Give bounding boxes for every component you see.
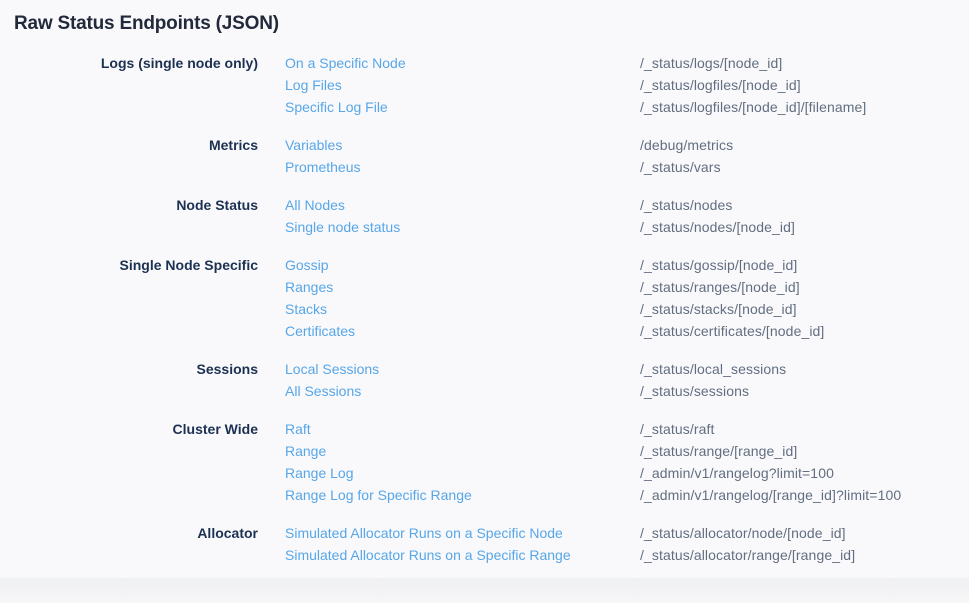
endpoint-path: /_status/stacks/[node_id] [640,298,797,320]
endpoint-row: All Nodes /_status/nodes [258,194,795,216]
endpoint-path: /_status/allocator/range/[range_id] [640,544,855,566]
endpoint-path: /_status/logfiles/[node_id]/[filename] [640,96,866,118]
endpoint-path: /_status/logs/[node_id] [640,52,782,74]
endpoint-link[interactable]: Ranges [285,276,640,298]
endpoint-link[interactable]: Prometheus [285,156,640,178]
endpoint-path: /_status/range/[range_id] [640,440,797,462]
endpoint-row: Ranges /_status/ranges/[node_id] [258,276,824,298]
footer-bar [0,578,969,603]
endpoint-link[interactable]: Gossip [285,254,640,276]
endpoint-link[interactable]: On a Specific Node [285,52,640,74]
endpoint-row: All Sessions /_status/sessions [258,380,786,402]
endpoint-row: Variables /debug/metrics [258,134,733,156]
endpoint-link[interactable]: Simulated Allocator Runs on a Specific R… [285,544,640,566]
category-label: Single Node Specific [0,254,258,276]
endpoint-row: Log Files /_status/logfiles/[node_id] [258,74,866,96]
endpoint-path: /_admin/v1/rangelog/[range_id]?limit=100 [640,484,901,506]
endpoint-row: Single node status /_status/nodes/[node_… [258,216,795,238]
endpoint-row: On a Specific Node /_status/logs/[node_i… [258,52,866,74]
endpoint-link[interactable]: Local Sessions [285,358,640,380]
endpoint-path: /debug/metrics [640,134,733,156]
endpoint-rows: Local Sessions /_status/local_sessions A… [258,358,786,402]
endpoint-row: Range Log for Specific Range /_admin/v1/… [258,484,901,506]
endpoint-link[interactable]: Variables [285,134,640,156]
endpoint-row: Raft /_status/raft [258,418,901,440]
endpoint-section: Logs (single node only) On a Specific No… [0,52,969,118]
endpoint-link[interactable]: Range Log for Specific Range [285,484,640,506]
endpoint-row: Simulated Allocator Runs on a Specific R… [258,544,855,566]
endpoint-path: /_status/nodes/[node_id] [640,216,795,238]
endpoint-row: Specific Log File /_status/logfiles/[nod… [258,96,866,118]
endpoint-row: Range Log /_admin/v1/rangelog?limit=100 [258,462,901,484]
endpoint-link[interactable]: Range Log [285,462,640,484]
endpoint-section: Single Node Specific Gossip /_status/gos… [0,254,969,342]
endpoint-link[interactable]: Specific Log File [285,96,640,118]
endpoint-path: /_status/gossip/[node_id] [640,254,797,276]
endpoint-link[interactable]: All Nodes [285,194,640,216]
page-title: Raw Status Endpoints (JSON) [0,0,969,35]
endpoint-link[interactable]: Certificates [285,320,640,342]
endpoint-path: /_status/allocator/node/[node_id] [640,522,846,544]
endpoint-link[interactable]: Range [285,440,640,462]
endpoint-link[interactable]: Raft [285,418,640,440]
endpoint-section: Allocator Simulated Allocator Runs on a … [0,522,969,566]
category-label: Logs (single node only) [0,52,258,74]
endpoint-section: Cluster Wide Raft /_status/raft Range /_… [0,418,969,506]
category-label: Sessions [0,358,258,380]
endpoint-row: Simulated Allocator Runs on a Specific N… [258,522,855,544]
category-label: Node Status [0,194,258,216]
endpoint-path: /_status/vars [640,156,721,178]
endpoint-rows: Variables /debug/metrics Prometheus /_st… [258,134,733,178]
endpoint-row: Range /_status/range/[range_id] [258,440,901,462]
endpoint-row: Gossip /_status/gossip/[node_id] [258,254,824,276]
endpoint-rows: On a Specific Node /_status/logs/[node_i… [258,52,866,118]
endpoint-row: Local Sessions /_status/local_sessions [258,358,786,380]
endpoint-section: Node Status All Nodes /_status/nodes Sin… [0,194,969,238]
endpoint-path: /_status/local_sessions [640,358,786,380]
endpoint-section: Metrics Variables /debug/metrics Prometh… [0,134,969,178]
endpoint-link[interactable]: Log Files [285,74,640,96]
endpoint-row: Certificates /_status/certificates/[node… [258,320,824,342]
endpoint-link[interactable]: Stacks [285,298,640,320]
category-label: Metrics [0,134,258,156]
endpoint-rows: Gossip /_status/gossip/[node_id] Ranges … [258,254,824,342]
endpoint-path: /_status/ranges/[node_id] [640,276,800,298]
endpoint-path: /_admin/v1/rangelog?limit=100 [640,462,834,484]
endpoint-path: /_status/certificates/[node_id] [640,320,824,342]
endpoint-row: Prometheus /_status/vars [258,156,733,178]
debug-endpoints-page: Raw Status Endpoints (JSON) Logs (single… [0,0,969,603]
endpoint-path: /_status/nodes [640,194,732,216]
endpoint-link[interactable]: All Sessions [285,380,640,402]
endpoint-link[interactable]: Simulated Allocator Runs on a Specific N… [285,522,640,544]
endpoint-path: /_status/raft [640,418,714,440]
endpoint-path: /_status/logfiles/[node_id] [640,74,801,96]
endpoint-link[interactable]: Single node status [285,216,640,238]
endpoint-path: /_status/sessions [640,380,749,402]
category-label: Allocator [0,522,258,544]
endpoints-table: Logs (single node only) On a Specific No… [0,52,969,566]
endpoint-section: Sessions Local Sessions /_status/local_s… [0,358,969,402]
endpoint-rows: Simulated Allocator Runs on a Specific N… [258,522,855,566]
category-label: Cluster Wide [0,418,258,440]
endpoint-rows: Raft /_status/raft Range /_status/range/… [258,418,901,506]
endpoint-rows: All Nodes /_status/nodes Single node sta… [258,194,795,238]
endpoint-row: Stacks /_status/stacks/[node_id] [258,298,824,320]
